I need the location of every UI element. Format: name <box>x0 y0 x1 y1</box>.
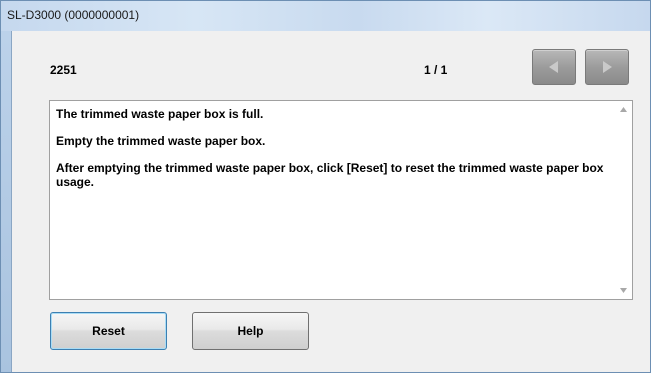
triangle-left-icon <box>547 60 561 74</box>
window-frame-left <box>1 31 11 372</box>
window-title: SL-D3000 (0000000001) <box>7 8 140 22</box>
message-line: After emptying the trimmed waste paper b… <box>56 161 604 189</box>
triangle-right-icon <box>600 60 614 74</box>
dialog-client-area: 2251 1 / 1 The trimmed waste paper box i… <box>11 31 650 372</box>
title-bar[interactable]: SL-D3000 (0000000001) <box>1 1 650 31</box>
message-text-area[interactable]: The trimmed waste paper box is full. Emp… <box>49 100 633 300</box>
error-code: 2251 <box>50 63 77 77</box>
message-line: Empty the trimmed waste paper box. <box>56 134 266 148</box>
app-window: SL-D3000 (0000000001) 2251 1 / 1 The tri… <box>0 0 651 373</box>
message-content: The trimmed waste paper box is full. Emp… <box>56 107 608 202</box>
vertical-scrollbar[interactable] <box>615 101 632 299</box>
page-indicator: 1 / 1 <box>424 63 448 77</box>
previous-page-button[interactable] <box>532 49 576 85</box>
help-button[interactable]: Help <box>192 312 309 350</box>
next-page-button[interactable] <box>585 49 629 85</box>
reset-button[interactable]: Reset <box>50 312 167 350</box>
scroll-down-arrow-icon[interactable] <box>615 282 632 299</box>
scroll-up-arrow-icon[interactable] <box>615 101 632 118</box>
message-line: The trimmed waste paper box is full. <box>56 107 264 121</box>
